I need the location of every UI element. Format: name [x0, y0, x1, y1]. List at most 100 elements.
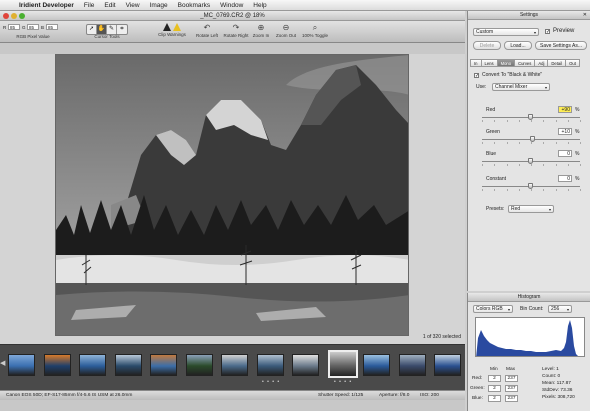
slider-tick: [567, 164, 569, 166]
menu-help[interactable]: Help: [248, 2, 271, 9]
zoom-out-icon: ⊖: [282, 23, 290, 32]
tab-curves[interactable]: Curves: [515, 59, 536, 67]
use-mode-popup[interactable]: Channel Mixer ▾: [492, 83, 550, 91]
filmstrip-thumbnail[interactable]: [292, 354, 319, 376]
filmstrip-thumbnail[interactable]: [79, 354, 106, 376]
clip-warnings-button[interactable]: Clip Warnings: [154, 23, 190, 37]
filmstrip-thumbnail[interactable]: [185, 354, 213, 376]
slider-value-green[interactable]: +10: [558, 128, 572, 135]
zoom-out-button[interactable]: ⊖ Zoom Out: [272, 23, 300, 38]
filmstrip-scroll-left-icon[interactable]: ◀: [0, 359, 8, 369]
settings-titlebar: Settings ✕: [468, 11, 590, 20]
crop-tool-icon[interactable]: ⌗: [117, 25, 127, 34]
slider-label-blue: Blue: [486, 151, 497, 157]
preview-checkbox[interactable]: ✓: [545, 29, 550, 35]
slider-value-blue[interactable]: 0: [558, 150, 572, 157]
tab-detail[interactable]: Detail: [548, 59, 567, 67]
use-label: Use:: [476, 84, 487, 90]
filmstrip-thumbnail[interactable]: [221, 354, 248, 376]
filmstrip-thumbnail[interactable]: [434, 354, 461, 376]
slider-tick: [506, 189, 508, 191]
mono-presets-popup[interactable]: Red ▾: [508, 205, 554, 213]
shutter-speed: Shutter Speed: 1/125: [318, 393, 364, 398]
slider-tick: [494, 142, 496, 144]
delete-button[interactable]: Delete: [473, 41, 501, 50]
tab-adj[interactable]: Adj: [535, 59, 549, 67]
slider-knob-red[interactable]: [528, 114, 533, 120]
rotate-right-caption: Rotate Right: [223, 33, 249, 38]
tab-out[interactable]: Out: [566, 59, 580, 67]
menu-bookmarks[interactable]: Bookmarks: [173, 2, 216, 9]
blue-row-label: Blue:: [472, 396, 483, 401]
bin-count-label: Bin Count:: [520, 306, 544, 312]
preset-popup[interactable]: Custom ▾: [473, 28, 539, 36]
zoom-100-toggle-button[interactable]: ⌕ 100% Toggle: [300, 23, 330, 38]
filmstrip-thumbnail[interactable]: [114, 354, 142, 376]
blue-max-field[interactable]: 237: [505, 395, 518, 402]
menu-app-name[interactable]: Iridient Developer: [14, 2, 79, 9]
window-titlebar: _MC_0769.CR2 @ 18%: [0, 11, 465, 21]
slider-tick: [518, 120, 520, 122]
tab-mono[interactable]: Mono: [497, 59, 516, 67]
slider-tick: [482, 189, 483, 191]
image-viewer[interactable]: 1 of 320 selected: [0, 54, 465, 345]
eyedropper-tool-icon[interactable]: ✎: [107, 25, 117, 34]
filmstrip-thumbnail[interactable]: [363, 354, 390, 376]
hand-tool-icon[interactable]: ✋: [97, 25, 107, 34]
convert-bw-label: Convert To "Black & White": [482, 72, 543, 78]
slider-tick: [531, 142, 532, 144]
photo-preview[interactable]: [55, 54, 409, 336]
zoom-in-button[interactable]: ⊕ Zoom In: [250, 23, 272, 38]
percent-unit: %: [575, 129, 580, 135]
filmstrip-thumbnail[interactable]: [256, 354, 284, 376]
green-value-field: 85: [27, 24, 39, 30]
menu-image[interactable]: Image: [145, 2, 173, 9]
arrow-tool-icon[interactable]: ➚: [87, 25, 97, 34]
green-min-field[interactable]: 2: [488, 385, 501, 392]
close-window-button[interactable]: [3, 13, 9, 19]
red-min-field[interactable]: 2: [488, 375, 501, 382]
slider-value-red[interactable]: +90: [558, 106, 572, 113]
histogram-mode-popup[interactable]: Colors RGB ▾: [473, 305, 513, 313]
slider-tick: [580, 120, 581, 122]
rotate-right-button[interactable]: ↷ Rotate Right: [221, 23, 251, 38]
menu-edit[interactable]: Edit: [99, 2, 120, 9]
convert-bw-checkbox[interactable]: ✓: [474, 73, 479, 79]
menu-window[interactable]: Window: [215, 2, 248, 9]
slider-tick: [555, 142, 557, 144]
rotate-left-caption: Rotate Left: [195, 33, 218, 38]
menu-view[interactable]: View: [121, 2, 145, 9]
filmstrip-thumbnail[interactable]: [8, 354, 35, 376]
filmstrip-thumbnail[interactable]: [150, 354, 177, 376]
slider-knob-constant[interactable]: [528, 183, 533, 189]
slider-tick: [580, 189, 581, 191]
green-max-field[interactable]: 237: [505, 385, 518, 392]
blue-min-field[interactable]: 2: [488, 395, 501, 402]
slider-tick: [555, 164, 557, 166]
slider-label-constant: Constant: [486, 176, 507, 182]
menu-file[interactable]: File: [79, 2, 99, 9]
chevron-down-icon: ▾: [566, 307, 569, 312]
zoom-window-button[interactable]: [19, 13, 25, 19]
minimize-window-button[interactable]: [11, 13, 17, 19]
histogram-mode-value: Colors RGB: [476, 306, 503, 312]
close-panel-icon[interactable]: ✕: [583, 11, 587, 20]
slider-tick: [518, 189, 520, 191]
filmstrip-thumbnail[interactable]: [43, 354, 71, 376]
save-settings-button[interactable]: Save Settings As...: [535, 41, 587, 50]
tab-lens[interactable]: Lens: [481, 59, 498, 67]
filmstrip-thumbnail[interactable]: [398, 354, 426, 376]
red-row-label: Red:: [472, 376, 483, 381]
slider-knob-blue[interactable]: [528, 158, 533, 164]
tab-in[interactable]: In: [470, 59, 482, 67]
slider-value-constant[interactable]: 0: [558, 175, 572, 182]
slider-knob-green[interactable]: [529, 136, 535, 142]
histogram-title: Histogram: [517, 294, 541, 300]
rotate-left-button[interactable]: ↶ Rotate Left: [193, 23, 221, 38]
red-value-field: 85: [8, 24, 20, 30]
bin-count-popup[interactable]: 256 ▾: [548, 305, 572, 313]
load-button[interactable]: Load...: [504, 41, 532, 50]
slider-tick: [543, 164, 545, 166]
red-max-field[interactable]: 237: [505, 375, 518, 382]
filmstrip-thumbnail-selected[interactable]: [327, 350, 358, 378]
